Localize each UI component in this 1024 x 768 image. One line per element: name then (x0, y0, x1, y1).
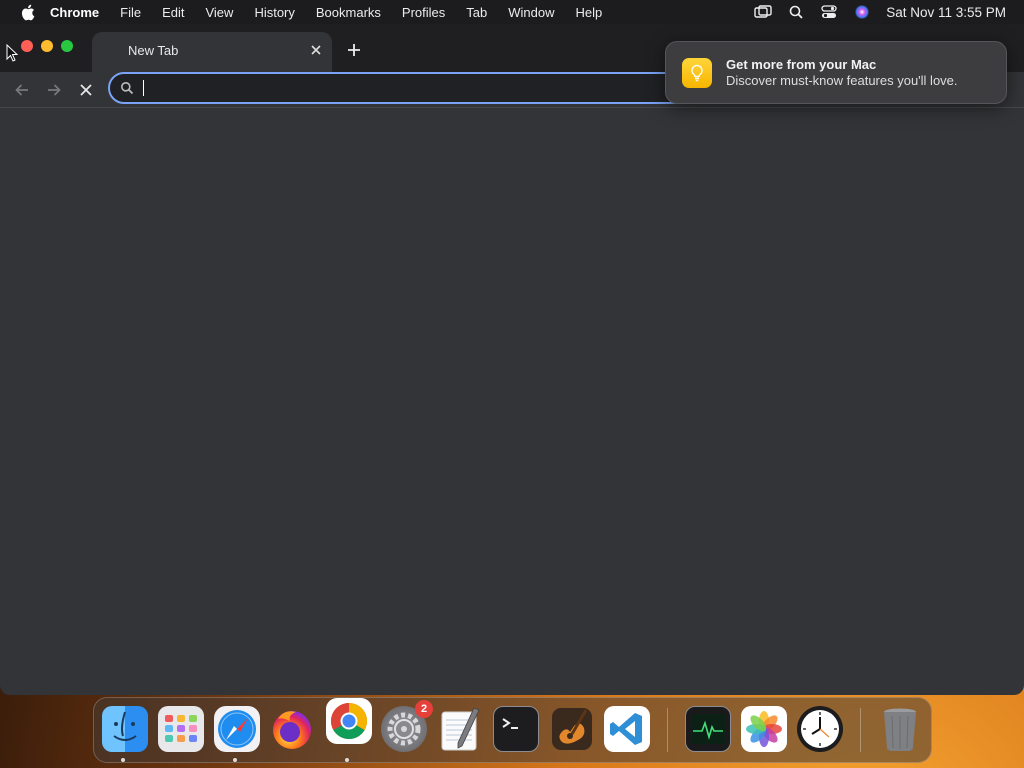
text-cursor (143, 80, 144, 96)
siri-icon[interactable] (853, 3, 871, 21)
menu-view[interactable]: View (205, 5, 233, 20)
browser-window: New Tab (0, 24, 1024, 695)
running-indicator (345, 758, 349, 762)
menu-edit[interactable]: Edit (162, 5, 184, 20)
trash-icon[interactable] (877, 706, 923, 752)
mouse-pointer-icon (6, 44, 18, 62)
notification-badge: 2 (415, 700, 433, 718)
menu-profiles[interactable]: Profiles (402, 5, 445, 20)
dock-separator (860, 708, 861, 752)
spotlight-search-icon[interactable] (787, 3, 805, 21)
photos-icon[interactable] (741, 706, 787, 752)
search-icon (121, 82, 134, 95)
running-indicator (233, 758, 237, 762)
menu-bar: Chrome File Edit View History Bookmarks … (0, 0, 1024, 24)
dock-separator (667, 708, 668, 752)
chrome-icon[interactable] (326, 698, 372, 744)
menu-file[interactable]: File (120, 5, 141, 20)
vscode-icon[interactable] (604, 706, 650, 752)
notification-banner[interactable]: Get more from your Mac Discover must-kno… (665, 41, 1007, 104)
tab-title: New Tab (128, 43, 179, 58)
firefox-icon[interactable] (269, 706, 315, 752)
menu-clock[interactable]: Sat Nov 11 3:55 PM (886, 5, 1006, 20)
forward-button[interactable] (42, 78, 66, 102)
terminal-icon[interactable] (493, 706, 539, 752)
lightbulb-icon (682, 58, 712, 88)
notification-body: Discover must-know features you'll love. (726, 73, 958, 88)
stop-loading-button[interactable] (74, 78, 98, 102)
running-indicator (121, 758, 125, 762)
window-close-button[interactable] (21, 40, 33, 52)
window-minimize-button[interactable] (41, 40, 53, 52)
window-maximize-button[interactable] (61, 40, 73, 52)
tab-new-tab[interactable]: New Tab (92, 32, 332, 72)
finder-icon[interactable] (102, 706, 148, 752)
menu-tab[interactable]: Tab (466, 5, 487, 20)
safari-icon[interactable] (214, 706, 260, 752)
menu-help[interactable]: Help (576, 5, 603, 20)
activity-monitor-icon[interactable] (685, 706, 731, 752)
menu-extras: Sat Nov 11 3:55 PM (754, 0, 1024, 24)
tab-close-icon[interactable] (308, 42, 324, 58)
clock-icon[interactable] (797, 706, 843, 752)
garageband-icon[interactable] (549, 706, 595, 752)
menu-window[interactable]: Window (508, 5, 554, 20)
apple-menu-icon[interactable] (18, 3, 36, 21)
dock: 2 (93, 697, 932, 763)
back-button[interactable] (10, 78, 34, 102)
menu-app-name[interactable]: Chrome (50, 5, 99, 20)
control-center-icon[interactable] (820, 3, 838, 21)
settings-icon[interactable]: 2 (381, 700, 433, 752)
new-tab-button[interactable] (344, 40, 364, 60)
textedit-icon[interactable] (437, 706, 483, 752)
menu-history[interactable]: History (254, 5, 294, 20)
launchpad-icon[interactable] (158, 706, 204, 752)
screen-mirroring-icon[interactable] (754, 3, 772, 21)
notification-title: Get more from your Mac (726, 57, 877, 72)
menu-bookmarks[interactable]: Bookmarks (316, 5, 381, 20)
